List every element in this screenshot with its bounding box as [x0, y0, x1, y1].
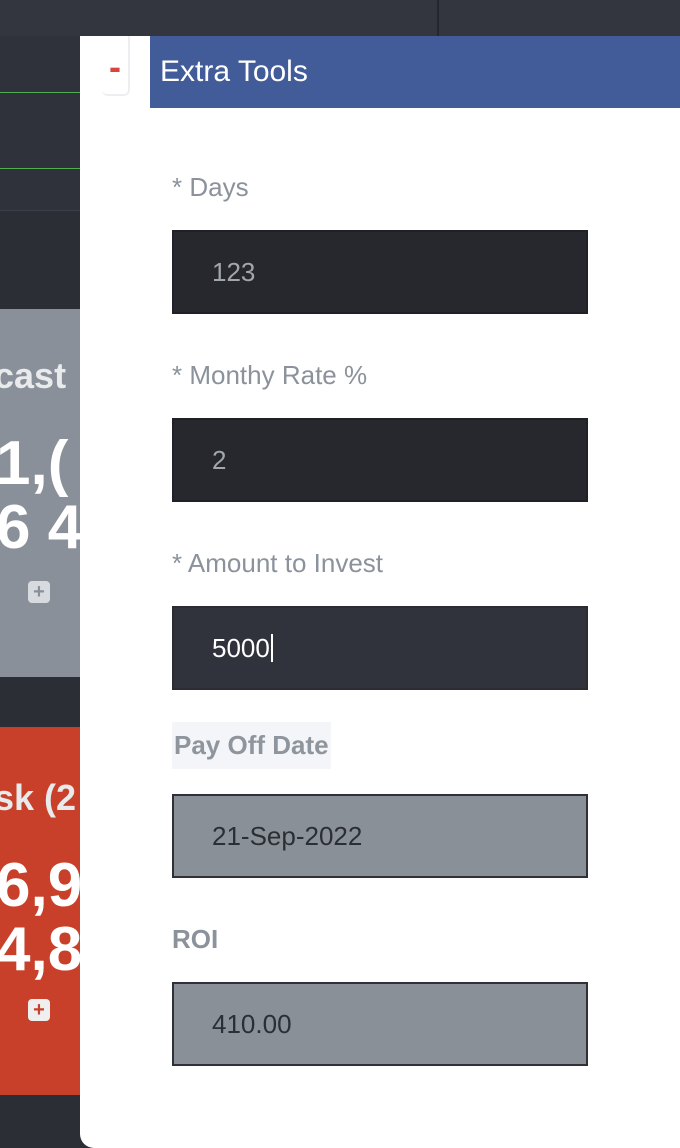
extra-tools-panel: - Extra Tools * Days 123 * Monthy Rate %… — [80, 36, 680, 1148]
collapse-button[interactable]: - — [102, 36, 130, 96]
roi-field: 410.00 — [172, 982, 588, 1066]
amount-label: * Amount to Invest — [172, 548, 384, 578]
text-caret — [270, 634, 273, 662]
background-chart-area — [0, 36, 80, 210]
payoff-date-label: Pay Off Date — [172, 722, 331, 769]
top-bar — [0, 0, 680, 36]
card-title: sk (2 — [0, 777, 77, 818]
amount-value: 5000 — [212, 632, 270, 663]
monthly-rate-label: * Monthy Rate % — [172, 360, 368, 390]
days-value: 123 — [212, 256, 256, 287]
chart-line — [0, 92, 80, 93]
top-bar-divider — [437, 0, 439, 36]
days-label: * Days — [172, 172, 249, 202]
card-value: 6,9 — [0, 851, 80, 920]
payoff-date-field: 21-Sep-2022 — [172, 794, 588, 878]
plus-square-icon[interactable]: + — [28, 999, 50, 1021]
amount-input[interactable]: 5000 — [172, 606, 588, 690]
forecast-card: cast 1,( 6 43 + — [0, 309, 80, 677]
monthly-rate-input[interactable]: 2 — [172, 418, 588, 502]
background-spacer — [0, 211, 80, 309]
background-spacer — [0, 677, 80, 727]
roi-value: 410.00 — [212, 1008, 292, 1039]
payoff-date-value: 21-Sep-2022 — [212, 820, 363, 851]
card-value: 4,8 — [0, 915, 80, 984]
card-title: cast — [0, 355, 67, 396]
roi-label: ROI — [172, 924, 219, 954]
risk-card: sk (2 6,9 4,8 + — [0, 727, 80, 1095]
monthly-rate-value: 2 — [212, 444, 227, 475]
card-value: 6 43 — [0, 493, 80, 562]
panel-title: Extra Tools — [150, 36, 680, 108]
card-value: 1,( — [0, 429, 69, 498]
chart-line — [0, 168, 80, 169]
plus-square-icon[interactable]: + — [28, 581, 50, 603]
days-input[interactable]: 123 — [172, 230, 588, 314]
